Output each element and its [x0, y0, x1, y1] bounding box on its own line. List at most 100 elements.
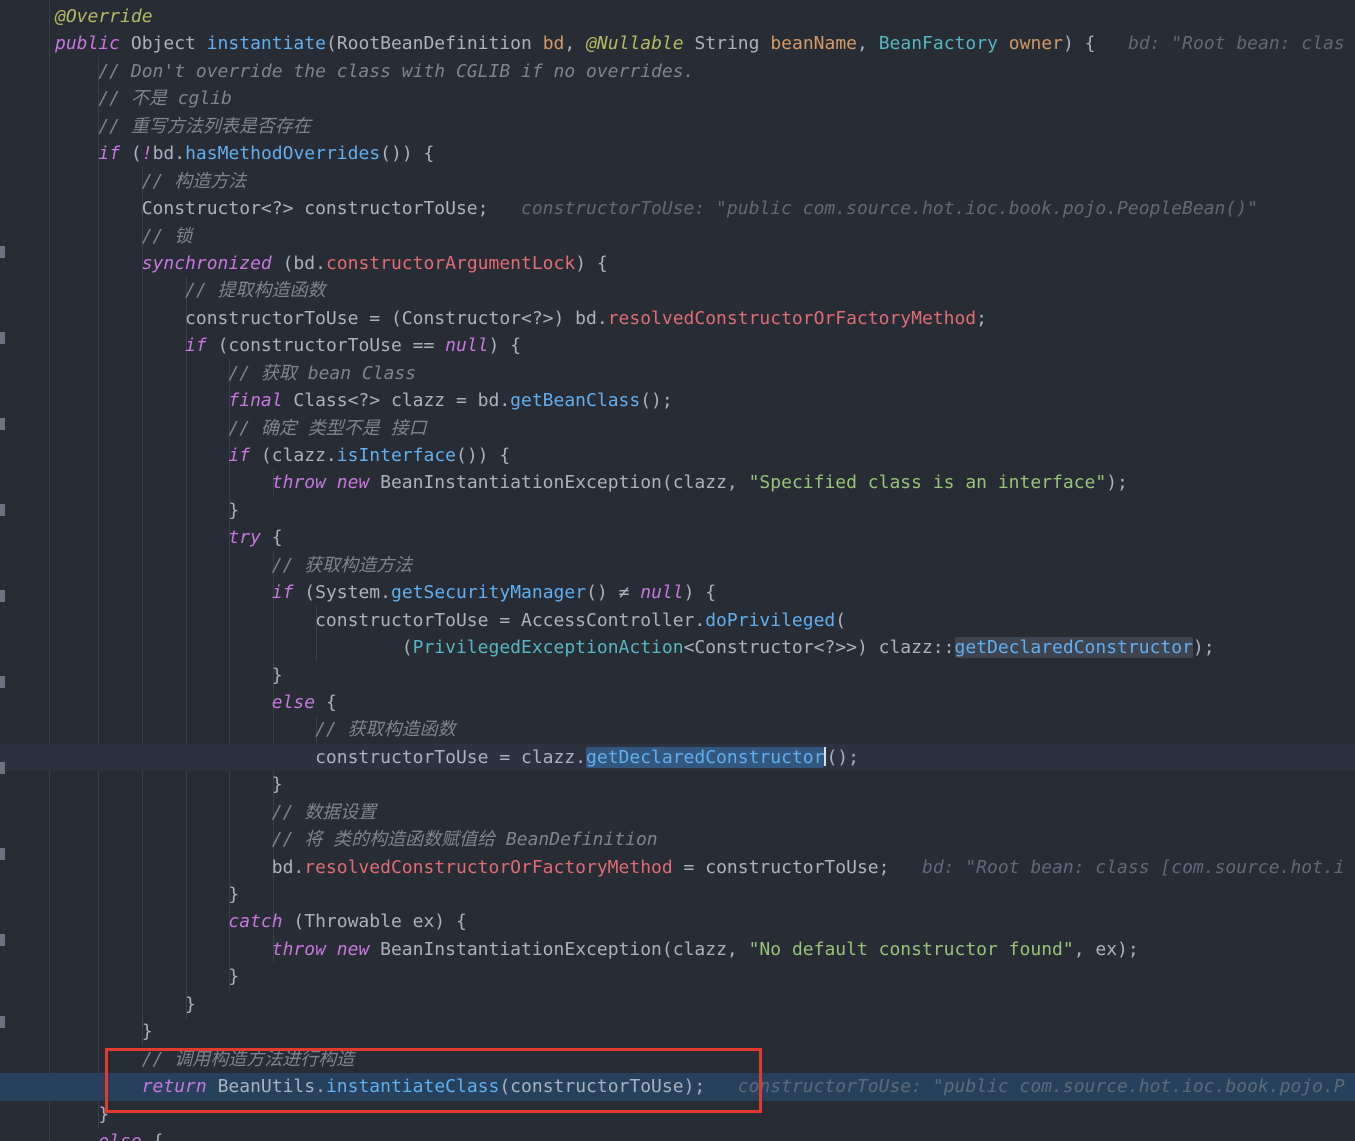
code-token: ();	[826, 746, 859, 768]
code-token: if	[185, 335, 207, 357]
code-token: }	[55, 993, 196, 1015]
code-line[interactable]: }	[0, 497, 1355, 524]
inline-debug-hint: bd: "Root bean: class [com.source.hot.i	[889, 856, 1345, 878]
code-line[interactable]: try {	[0, 524, 1355, 551]
code-token: ) {	[575, 252, 608, 274]
code-line[interactable]: }	[0, 771, 1355, 798]
code-line[interactable]: // 构造方法	[0, 168, 1355, 195]
code-editor[interactable]: @Override public Object instantiate(RootB…	[0, 0, 1355, 1141]
code-token: throw new	[271, 472, 381, 494]
code-line[interactable]: if (constructorToUse == null) {	[0, 332, 1355, 359]
code-token: BeanInstantiationException(clazz,	[380, 938, 749, 960]
code-line[interactable]: (PrivilegedExceptionAction<Constructor<?…	[0, 634, 1355, 661]
code-line[interactable]: }	[0, 881, 1355, 908]
code-token: , ex);	[1073, 938, 1139, 960]
code-token: Object	[130, 33, 207, 55]
code-line[interactable]: constructorToUse = (Constructor<?>) bd.r…	[0, 305, 1355, 332]
code-line[interactable]: throw new BeanInstantiationException(cla…	[0, 936, 1355, 963]
code-line[interactable]: synchronized (bd.constructorArgumentLock…	[0, 250, 1355, 277]
code-line-highlighted[interactable]: constructorToUse = clazz.getDeclaredCons…	[0, 743, 1355, 772]
code-token: () ≠	[586, 582, 641, 604]
code-token: hasMethodOverrides	[185, 143, 381, 165]
inline-debug-hint: constructorToUse: "public com.source.hot…	[705, 1076, 1345, 1098]
annotation-red-box	[105, 1048, 762, 1113]
code-line[interactable]: // 提取构造函数	[0, 277, 1355, 304]
gutter-mark	[0, 676, 5, 688]
code-token: {	[315, 691, 337, 713]
code-token: null	[445, 335, 489, 357]
gutter-mark	[0, 418, 5, 430]
code-line[interactable]: }	[0, 662, 1355, 689]
code-line[interactable]: public Object instantiate(RootBeanDefini…	[0, 30, 1355, 57]
code-token: }	[55, 774, 283, 796]
code-line[interactable]: // 确定 类型不是 接口	[0, 415, 1355, 442]
code-token: resolvedConstructorOrFactoryMethod	[607, 307, 977, 329]
code-token: (Throwable ex) {	[282, 911, 467, 933]
code-token: }	[55, 884, 240, 905]
code-line[interactable]: // 锁	[0, 223, 1355, 250]
code-token: {	[260, 527, 283, 549]
highlighted-identifier: getDeclaredConstructor	[954, 637, 1193, 659]
code-token: // 不是 cglib	[55, 88, 232, 110]
code-token: bd	[542, 33, 565, 55]
code-token: (RootBeanDefinition	[325, 33, 543, 55]
code-token: public	[55, 33, 131, 55]
gutter-mark	[0, 934, 5, 946]
code-line[interactable]: else {	[0, 689, 1355, 716]
code-token: }	[55, 1021, 153, 1043]
code-token: }	[55, 1103, 110, 1125]
code-line[interactable]: throw new BeanInstantiationException(cla…	[0, 469, 1355, 496]
code-line[interactable]: // 不是 cglib	[0, 85, 1355, 112]
code-line[interactable]: // 将 类的构造函数赋值给 BeanDefinition	[0, 826, 1355, 853]
code-token: ();	[640, 390, 673, 412]
code-token: !	[141, 143, 153, 165]
code-token: ()) {	[456, 445, 511, 466]
code-area[interactable]: @Override public Object instantiate(RootB…	[0, 3, 1355, 1141]
code-token: @Nullable	[586, 33, 684, 55]
code-token: ,	[857, 33, 879, 55]
code-line[interactable]: // 重写方法列表是否存在	[0, 113, 1355, 140]
code-token: (	[835, 609, 847, 631]
code-line[interactable]: // 获取 bean Class	[0, 360, 1355, 387]
code-line[interactable]: @Override	[0, 3, 1355, 30]
code-token: constructorToUse = AccessController.	[55, 609, 706, 631]
code-token: // 将 类的构造函数赋值给 BeanDefinition	[55, 829, 658, 851]
code-line[interactable]: else {	[0, 1128, 1355, 1141]
code-line[interactable]: if (!bd.hasMethodOverrides()) {	[0, 140, 1355, 167]
code-line[interactable]: }	[0, 963, 1355, 990]
code-line[interactable]: // 获取构造函数	[0, 716, 1355, 743]
code-token: owner	[1008, 33, 1063, 55]
code-token: ()) {	[380, 143, 435, 165]
code-line[interactable]: if (System.getSecurityManager() ≠ null) …	[0, 579, 1355, 606]
code-line[interactable]: final Class<?> clazz = bd.getBeanClass()…	[0, 387, 1355, 414]
code-line[interactable]: // 数据设置	[0, 799, 1355, 826]
code-token: getSecurityManager	[390, 582, 587, 604]
code-token: @Override	[55, 6, 153, 27]
code-token: constructorArgumentLock	[325, 252, 576, 274]
code-token: else	[271, 691, 316, 713]
code-token: }	[55, 499, 240, 521]
code-line[interactable]: }	[0, 1018, 1355, 1045]
code-token: (System.	[293, 582, 391, 604]
code-line[interactable]: if (clazz.isInterface()) {	[0, 442, 1355, 469]
code-line[interactable]: constructorToUse = AccessController.doPr…	[0, 607, 1355, 634]
code-line[interactable]: catch (Throwable ex) {	[0, 908, 1355, 935]
code-token: catch	[228, 911, 283, 933]
code-token: getBeanClass	[510, 390, 641, 412]
code-line[interactable]: // Don't override the class with CGLIB i…	[0, 58, 1355, 85]
code-line[interactable]: // 获取构造方法	[0, 552, 1355, 579]
code-token: // 获取构造函数	[55, 719, 456, 741]
code-line[interactable]: bd.resolvedConstructorOrFactoryMethod = …	[0, 854, 1355, 881]
code-line[interactable]: Constructor<?> constructorToUse; constru…	[0, 195, 1355, 222]
code-token: "Specified class is an interface"	[748, 472, 1107, 494]
code-line[interactable]: }	[0, 991, 1355, 1018]
code-token: BeanFactory	[878, 33, 998, 55]
